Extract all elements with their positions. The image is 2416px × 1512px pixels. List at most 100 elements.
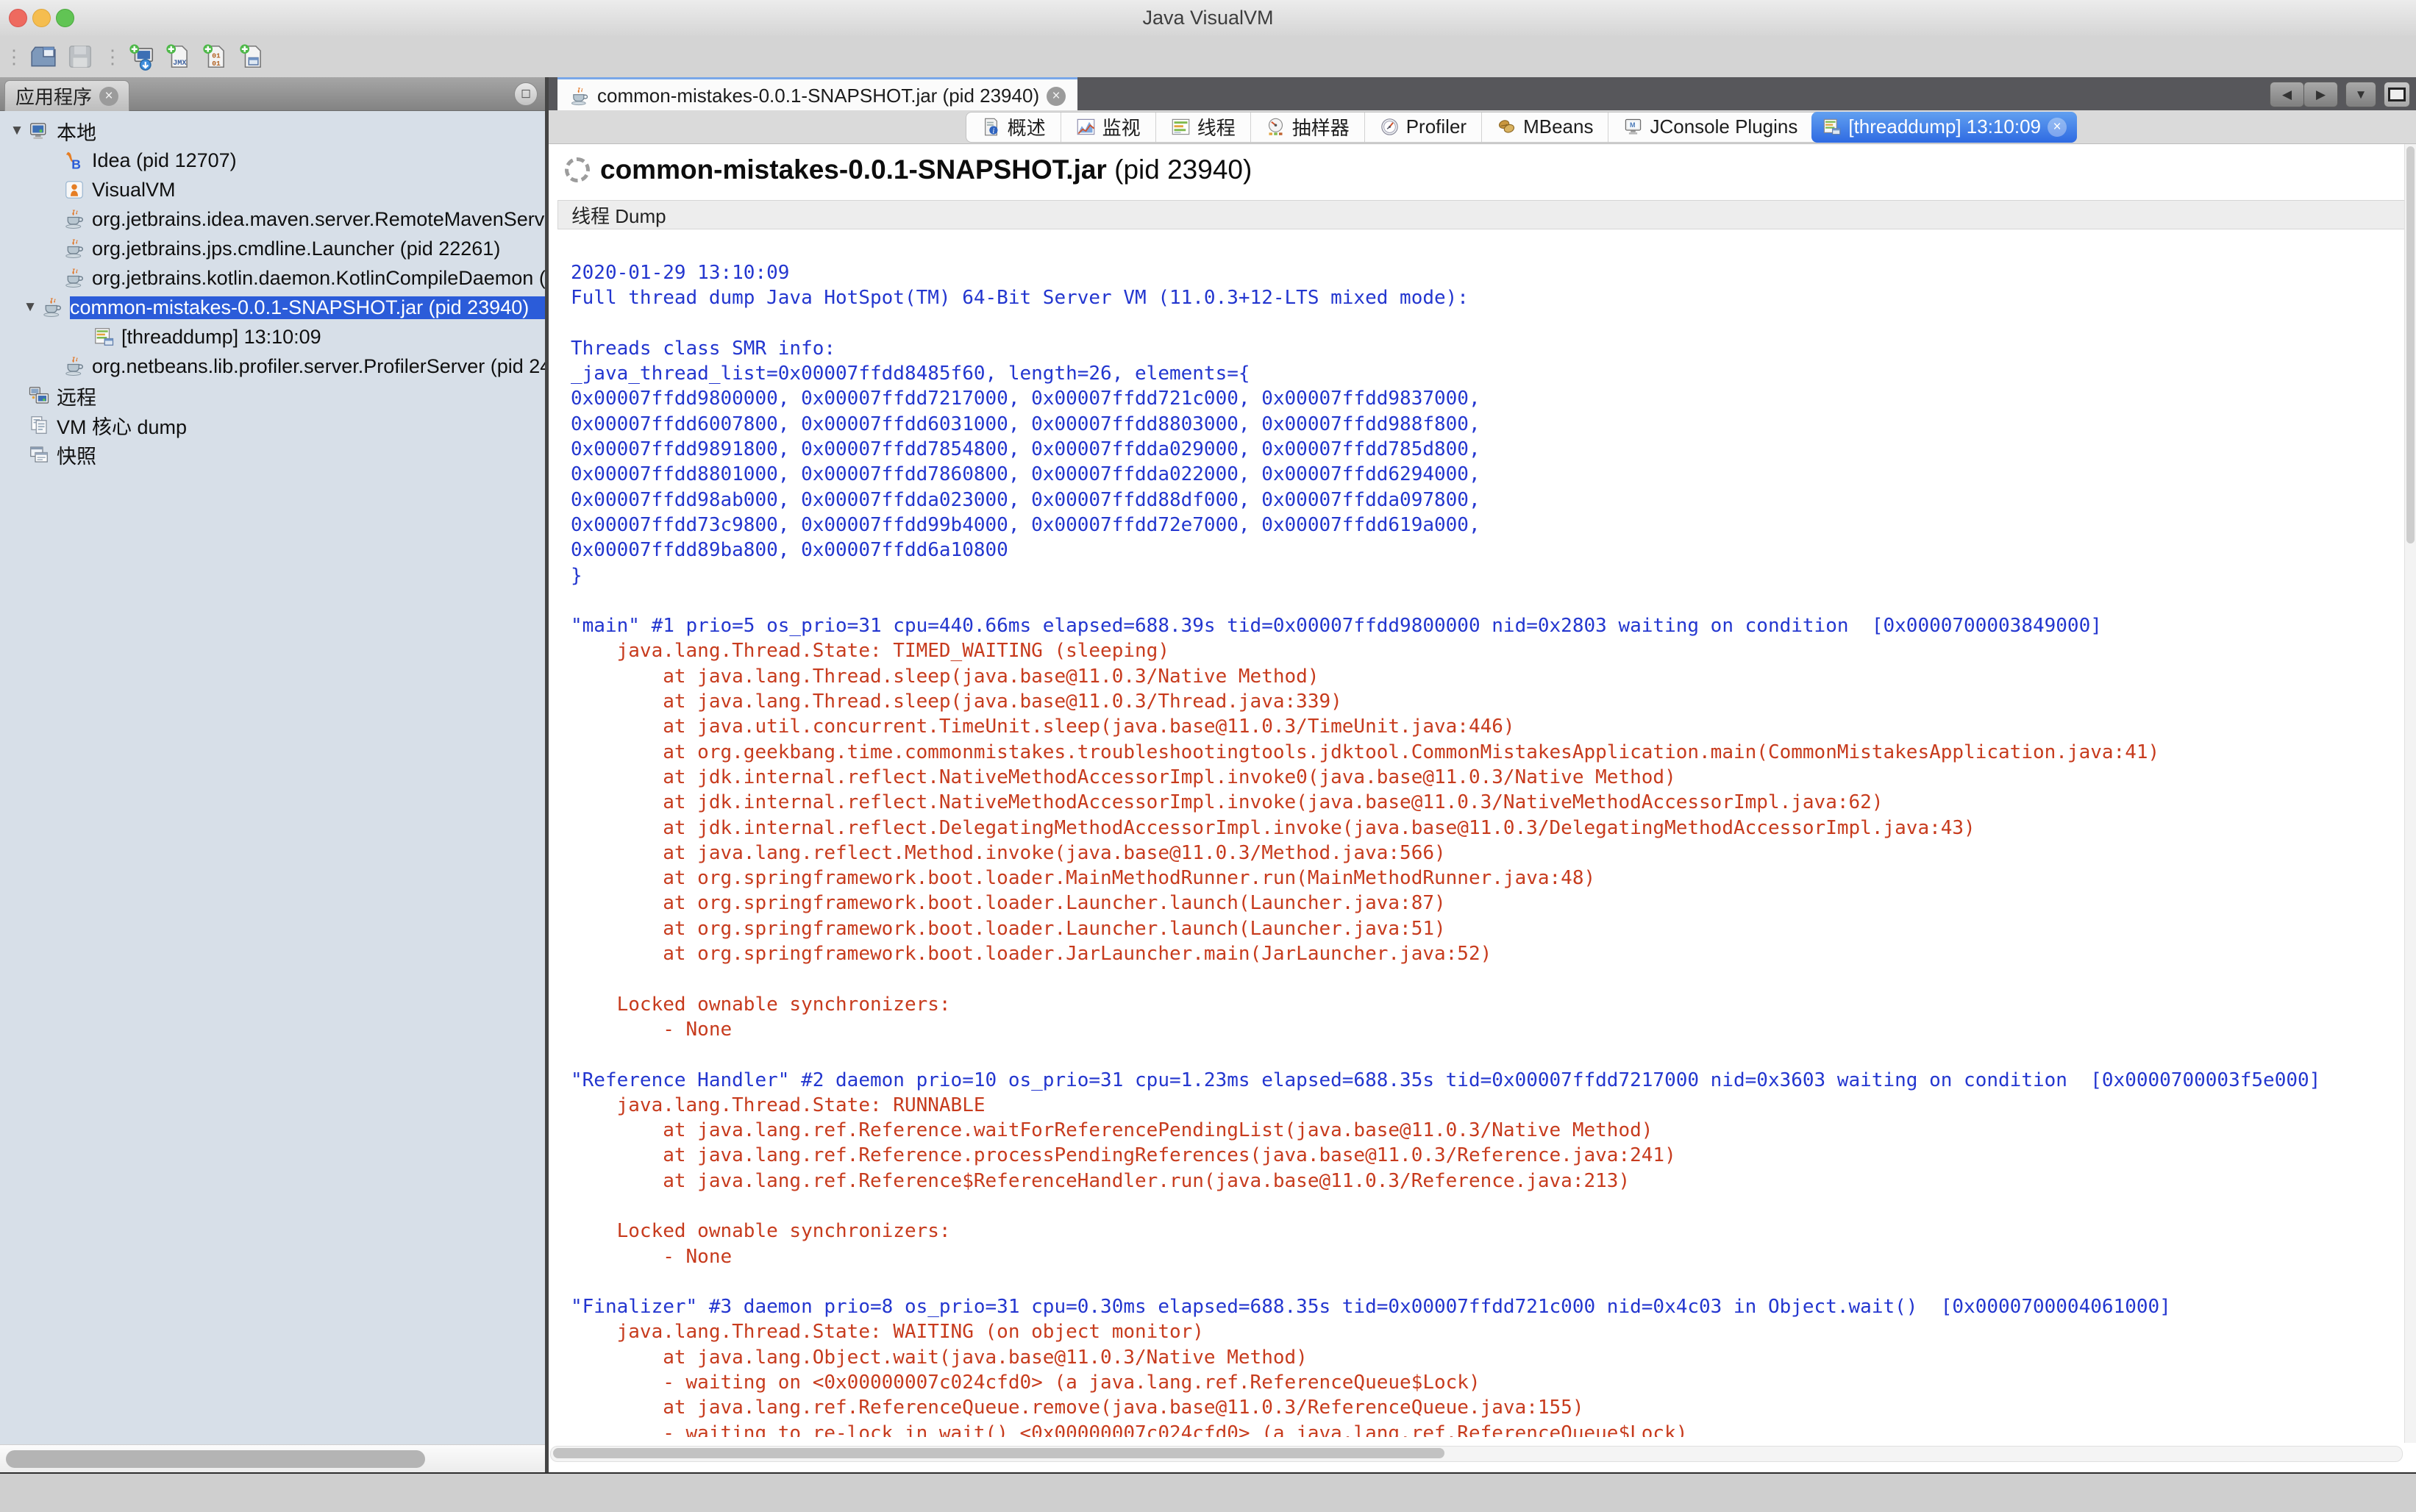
tree-item-label: [threaddump] 13:10:09 bbox=[121, 326, 321, 349]
intellij-icon: B bbox=[63, 149, 85, 171]
dump-line: 0x00007ffdd6007800, 0x00007ffdd6031000, … bbox=[571, 412, 2397, 437]
dump-line bbox=[571, 1269, 2397, 1294]
dump-vertical-scrollbar[interactable] bbox=[2404, 144, 2416, 1443]
sidebar-horizontal-scrollbar[interactable] bbox=[0, 1444, 545, 1473]
dump-line: at org.springframework.boot.loader.Launc… bbox=[571, 916, 2397, 941]
java-app-icon bbox=[63, 355, 85, 377]
view-tab-group: i 概述 监视 线程 抽样器 Profiler MBeans M JConsol… bbox=[966, 112, 2077, 143]
dump-line: at java.lang.reflect.Method.invoke(java.… bbox=[571, 841, 2397, 866]
tab-profiler[interactable]: Profiler bbox=[1364, 113, 1481, 142]
applications-panel: 应用程序 × ◻ ▼ 本地 B Idea (pid 12707) VisualV… bbox=[0, 77, 545, 1472]
scrollbar-thumb[interactable] bbox=[6, 1450, 425, 1468]
dump-line: "Reference Handler" #2 daemon prio=10 os… bbox=[571, 1068, 2397, 1093]
tree-item-label: Idea (pid 12707) bbox=[92, 149, 237, 172]
dump-horizontal-scrollbar[interactable] bbox=[550, 1446, 2403, 1462]
dump-line: at jdk.internal.reflect.NativeMethodAcce… bbox=[571, 790, 2397, 815]
dump-line: 0x00007ffdd9800000, 0x00007ffdd7217000, … bbox=[571, 386, 2397, 411]
toolbar-separator: ⋮ bbox=[103, 49, 119, 64]
scrollbar-thumb[interactable] bbox=[553, 1448, 1444, 1458]
tab-jconsole-plugins[interactable]: M JConsole Plugins bbox=[1608, 113, 1812, 142]
minimize-panel-button[interactable]: ◻ bbox=[514, 82, 538, 106]
dump-line bbox=[571, 311, 2397, 336]
applications-tab-label: 应用程序 bbox=[15, 82, 92, 110]
tab-label: 监视 bbox=[1102, 113, 1141, 140]
main-toolbar: ⋮ ⋮ JMX 0101 bbox=[0, 35, 2416, 79]
tab-applications[interactable]: 应用程序 × bbox=[4, 80, 129, 111]
dump-line: at java.lang.ref.Reference.processPendin… bbox=[571, 1143, 2397, 1168]
previous-tab-button[interactable]: ◀ bbox=[2270, 82, 2304, 107]
add-application-icon[interactable] bbox=[126, 41, 157, 72]
dump-line: at jdk.internal.reflect.DelegatingMethod… bbox=[571, 816, 2397, 841]
tab-list-dropdown-button[interactable]: ▼ bbox=[2345, 82, 2376, 107]
close-icon[interactable]: × bbox=[1047, 87, 1066, 106]
tree-item-remote[interactable]: 远程 bbox=[0, 381, 545, 410]
threaddump-icon bbox=[93, 326, 115, 348]
document-tab-label: common-mistakes-0.0.1-SNAPSHOT.jar (pid … bbox=[597, 85, 1039, 107]
tree-item-threaddump[interactable]: [threaddump] 13:10:09 bbox=[0, 322, 545, 352]
monitor-icon bbox=[1076, 117, 1096, 137]
tree-item-label: org.netbeans.lib.profiler.server.Profile… bbox=[92, 355, 545, 378]
next-tab-button[interactable]: ▶ bbox=[2303, 82, 2338, 107]
tree-item-remotemavenserver[interactable]: org.jetbrains.idea.maven.server.RemoteMa… bbox=[0, 204, 545, 234]
tree-item-profilerserver[interactable]: org.netbeans.lib.profiler.server.Profile… bbox=[0, 352, 545, 381]
tree-item-jps-launcher[interactable]: org.jetbrains.jps.cmdline.Launcher (pid … bbox=[0, 234, 545, 263]
dump-line: 0x00007ffdd89ba800, 0x00007ffdd6a10800 bbox=[571, 538, 2397, 563]
overview-icon: i bbox=[981, 117, 1001, 137]
tab-sampler[interactable]: 抽样器 bbox=[1250, 113, 1364, 142]
toolbar-grip: ⋮ bbox=[4, 49, 21, 64]
add-vm-coredump-icon[interactable] bbox=[237, 41, 268, 72]
tab-overview[interactable]: i 概述 bbox=[966, 113, 1061, 142]
snapshot-icon bbox=[28, 443, 50, 466]
tree-item-label: org.jetbrains.jps.cmdline.Launcher (pid … bbox=[92, 238, 500, 260]
sampler-icon bbox=[1266, 117, 1286, 137]
add-jmx-connection-icon[interactable]: JMX bbox=[163, 41, 194, 72]
tree-item-vm-coredump[interactable]: VM 核心 dump bbox=[0, 410, 545, 440]
add-snapshot-icon[interactable]: 0101 bbox=[200, 41, 231, 72]
tree-item-label: org.jetbrains.kotlin.daemon.KotlinCompil… bbox=[92, 267, 545, 290]
tree-item-visualvm[interactable]: VisualVM bbox=[0, 175, 545, 204]
tab-navigation-buttons: ◀ ▶ ▼ bbox=[2270, 82, 2410, 107]
dump-line: - None bbox=[571, 1244, 2397, 1269]
dump-line: at java.lang.Thread.sleep(java.base@11.0… bbox=[571, 664, 2397, 689]
section-label: 线程 Dump bbox=[571, 202, 666, 229]
tab-mbeans[interactable]: MBeans bbox=[1481, 113, 1608, 142]
dump-line: at java.util.concurrent.TimeUnit.sleep(j… bbox=[571, 714, 2397, 739]
dump-line: at org.springframework.boot.loader.Launc… bbox=[571, 891, 2397, 916]
threaddump-icon bbox=[1822, 117, 1842, 137]
dump-line: 0x00007ffdd8801000, 0x00007ffdd7860800, … bbox=[571, 462, 2397, 487]
dump-line: 0x00007ffdd9891800, 0x00007ffdd7854800, … bbox=[571, 437, 2397, 462]
dump-line: 0x00007ffdd98ab000, 0x00007ffdda023000, … bbox=[571, 488, 2397, 513]
tree-item-kotlin-daemon[interactable]: org.jetbrains.kotlin.daemon.KotlinCompil… bbox=[0, 263, 545, 293]
tree-item-idea[interactable]: B Idea (pid 12707) bbox=[0, 146, 545, 175]
title-bar: Java VisualVM bbox=[0, 0, 2416, 36]
tree-item-label: org.jetbrains.idea.maven.server.RemoteMa… bbox=[92, 208, 545, 231]
tab-threads[interactable]: 线程 bbox=[1155, 113, 1250, 142]
close-icon[interactable]: × bbox=[99, 87, 118, 106]
dump-line bbox=[571, 1042, 2397, 1067]
close-icon[interactable]: × bbox=[2048, 118, 2067, 137]
dump-line: Threads class SMR info: bbox=[571, 336, 2397, 361]
save-snapshot-icon bbox=[65, 41, 96, 72]
profiler-icon bbox=[1380, 117, 1400, 137]
expander-icon[interactable]: ▼ bbox=[6, 123, 28, 139]
tree-item-label: VM 核心 dump bbox=[57, 411, 187, 440]
tree-item-label: 本地 bbox=[57, 117, 96, 146]
tree-item-common-mistakes[interactable]: ▼ common-mistakes-0.0.1-SNAPSHOT.jar (pi… bbox=[0, 293, 545, 322]
thread-dump-text[interactable]: 2020-01-29 13:10:09Full thread dump Java… bbox=[571, 260, 2397, 1437]
expander-icon[interactable]: ▼ bbox=[19, 299, 41, 315]
load-snapshot-icon[interactable] bbox=[28, 41, 59, 72]
spinner-icon bbox=[565, 157, 590, 182]
svg-text:01: 01 bbox=[212, 59, 221, 67]
applications-panel-header: 应用程序 × ◻ bbox=[0, 77, 545, 111]
tab-monitor[interactable]: 监视 bbox=[1061, 113, 1155, 142]
document-tab[interactable]: common-mistakes-0.0.1-SNAPSHOT.jar (pid … bbox=[557, 77, 1077, 113]
tree-item-snapshots[interactable]: 快照 bbox=[0, 440, 545, 469]
dump-line: "Finalizer" #3 daemon prio=8 os_prio=31 … bbox=[571, 1294, 2397, 1319]
tree-item-label: common-mistakes-0.0.1-SNAPSHOT.jar (pid … bbox=[70, 296, 545, 319]
scrollbar-thumb[interactable] bbox=[2406, 146, 2415, 543]
tree-item-local[interactable]: ▼ 本地 bbox=[0, 116, 545, 146]
tree-item-label: 远程 bbox=[57, 382, 96, 410]
tab-threaddump[interactable]: [threaddump] 13:10:09 × bbox=[1811, 112, 2077, 143]
maximize-view-button[interactable] bbox=[2384, 82, 2410, 107]
threaddump-view: common-mistakes-0.0.1-SNAPSHOT.jar (pid … bbox=[549, 144, 2416, 1472]
